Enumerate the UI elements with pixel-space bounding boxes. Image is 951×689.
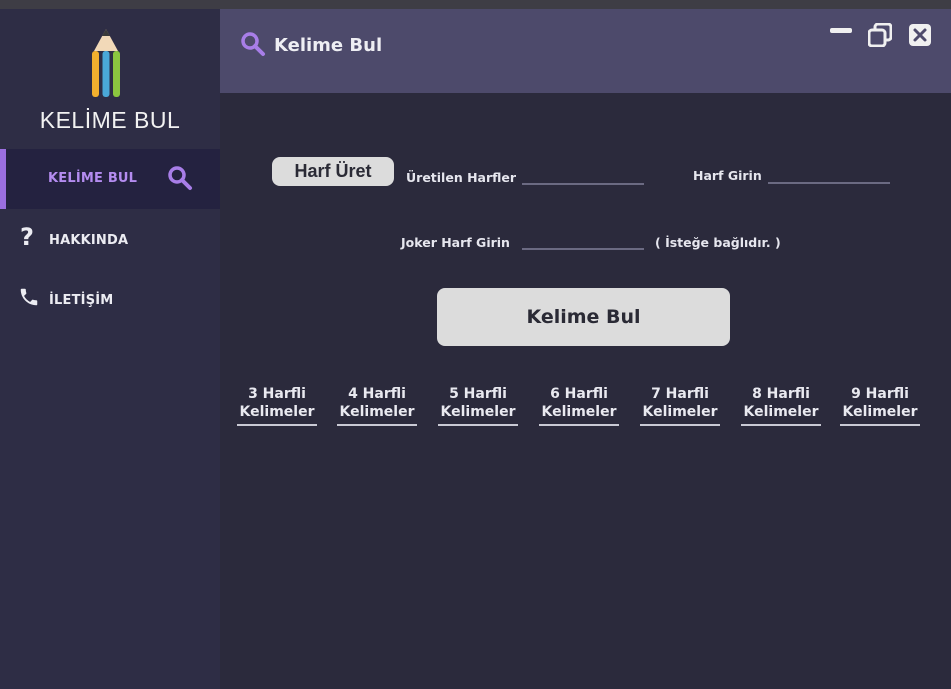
sidebar-item-label: İLETİŞİM [49,293,114,308]
word-length-line1: 7 Harfli [651,386,709,402]
close-button[interactable] [908,23,932,51]
uretilen-harfler-label: Üretilen Harfler [406,170,517,185]
word-length-line1: 6 Harfli [550,386,608,402]
word-length-link-3[interactable]: 3 Harfli Kelimeler [237,385,317,426]
pencil-logo-icon [92,29,120,97]
logo-text: KELİME BUL [39,107,181,133]
word-length-line2: Kelimeler [239,404,315,420]
joker-harf-field[interactable] [522,228,644,250]
active-indicator [0,149,6,209]
sidebar-item-label: HAKKINDA [49,233,129,248]
word-length-link-8[interactable]: 8 Harfli Kelimeler [741,385,821,426]
minimize-icon [830,28,852,33]
word-length-link-4[interactable]: 4 Harfli Kelimeler [337,385,417,426]
word-length-link-5[interactable]: 5 Harfli Kelimeler [438,385,518,426]
word-length-link-7[interactable]: 7 Harfli Kelimeler [640,385,720,426]
app-logo: KELİME BUL [0,9,220,149]
harf-girin-label: Harf Girin [693,168,762,183]
joker-harf-label: Joker Harf Girin [401,235,510,250]
header-bar: Kelime Bul [220,9,951,93]
search-icon [240,31,266,61]
word-length-link-6[interactable]: 6 Harfli Kelimeler [539,385,619,426]
harf-uret-button[interactable]: Harf Üret [272,157,394,186]
word-length-line2: Kelimeler [842,404,918,420]
uretilen-harfler-field[interactable] [522,163,644,185]
joker-hint-text: ( İsteğe bağlıdır. ) [655,235,781,250]
search-icon [167,165,193,195]
question-icon: ? [20,223,34,251]
sidebar-item-kelime-bul[interactable]: KELİME BUL [0,149,220,209]
close-icon [909,24,931,46]
harf-girin-field[interactable] [768,162,890,184]
word-length-line1: 5 Harfli [449,386,507,402]
word-length-link-9[interactable]: 9 Harfli Kelimeler [840,385,920,426]
word-length-line1: 3 Harfli [248,386,306,402]
word-length-line1: 4 Harfli [348,386,406,402]
word-length-line1: 9 Harfli [851,386,909,402]
phone-icon [18,286,40,312]
page-title: Kelime Bul [274,35,383,56]
sidebar-item-label: KELİME BUL [48,171,138,186]
maximize-button[interactable] [867,22,893,51]
kelime-bul-button[interactable]: Kelime Bul [437,288,730,346]
word-length-line2: Kelimeler [339,404,415,420]
word-length-line2: Kelimeler [541,404,617,420]
restore-icon [867,22,893,48]
sidebar-item-iletisim[interactable]: İLETİŞİM [0,269,220,329]
word-length-line2: Kelimeler [440,404,516,420]
sidebar: KELİME BUL KELİME BUL ? HAKKINDA İLETİŞİ… [0,9,220,689]
minimize-button[interactable] [829,23,853,47]
sidebar-item-hakkinda[interactable]: ? HAKKINDA [0,209,220,269]
word-length-line2: Kelimeler [743,404,819,420]
window-top-strip [0,0,951,9]
word-length-line2: Kelimeler [642,404,718,420]
word-length-line1: 8 Harfli [752,386,810,402]
